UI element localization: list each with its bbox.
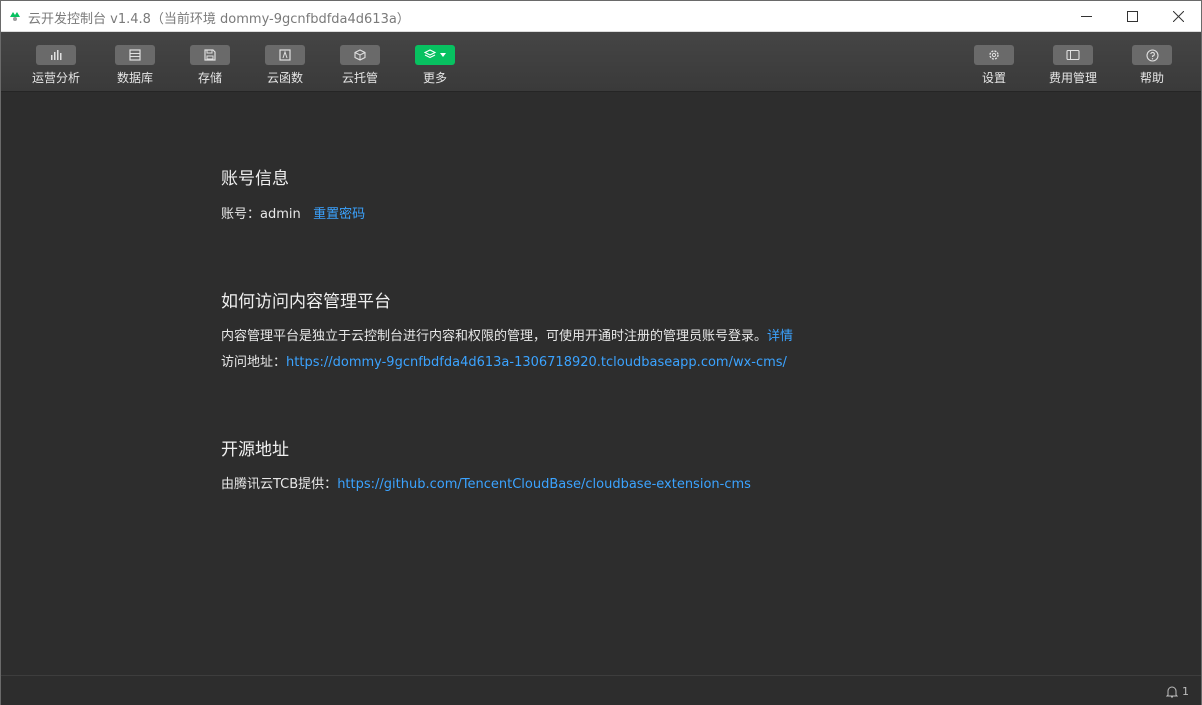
- account-line: 账号：admin 重置密码: [221, 203, 365, 222]
- maximize-icon: [1126, 11, 1138, 22]
- account-label: 账号：: [221, 207, 261, 222]
- toolbar-label: 存储: [197, 71, 222, 85]
- opensource-url-link[interactable]: https://github.com/TencentCloudBase/clou…: [337, 477, 751, 492]
- reset-password-link[interactable]: 重置密码: [313, 207, 365, 222]
- minimize-button[interactable]: [1063, 1, 1109, 32]
- close-button[interactable]: [1155, 1, 1201, 32]
- toolbar-functions[interactable]: 云函数: [253, 45, 317, 86]
- toolbar-billing[interactable]: 费用管理: [1041, 45, 1105, 86]
- toolbar-help[interactable]: 帮助: [1120, 45, 1184, 86]
- account-section-title: 账号信息: [221, 169, 289, 189]
- function-icon: [279, 49, 291, 61]
- toolbar-settings[interactable]: 设置: [962, 45, 1026, 86]
- toolbar-more[interactable]: 更多: [403, 45, 467, 86]
- cube-icon: [354, 49, 366, 61]
- account-username: admin: [260, 207, 301, 222]
- main-toolbar: 运营分析 数据库 存储 云函数 云托管 更多 设置 费用管理 帮助: [1, 32, 1201, 92]
- access-description: 内容管理平台是独立于云控制台进行内容和权限的管理，可使用开通时注册的管理员账号登…: [221, 329, 768, 344]
- toolbar-database[interactable]: 数据库: [103, 45, 167, 86]
- toolbar-label: 更多: [422, 71, 447, 85]
- app-logo-icon: [10, 12, 20, 21]
- toolbar-label: 设置: [981, 71, 1006, 85]
- help-icon: [1145, 48, 1159, 62]
- access-url-link[interactable]: https://dommy-9gcnfbdfda4d613a-130671892…: [286, 355, 787, 370]
- bar-chart-icon: [51, 50, 62, 60]
- toolbar-label: 帮助: [1139, 71, 1164, 85]
- toolbar-label: 费用管理: [1048, 71, 1097, 85]
- maximize-button[interactable]: [1109, 1, 1155, 32]
- opensource-section: 开源地址: [221, 435, 289, 460]
- database-icon: [129, 49, 141, 61]
- bell-icon: [1166, 686, 1178, 698]
- toolbar-label: 云函数: [266, 71, 303, 85]
- account-section: 账号信息: [221, 164, 289, 189]
- opensource-line: 由腾讯云TCB提供：https://github.com/TencentClou…: [221, 473, 751, 492]
- caret-down-icon: [440, 53, 446, 57]
- toolbar-analytics[interactable]: 运营分析: [24, 45, 88, 86]
- toolbar-label: 运营分析: [31, 71, 80, 85]
- access-description-line: 内容管理平台是独立于云控制台进行内容和权限的管理，可使用开通时注册的管理员账号登…: [221, 325, 793, 344]
- billing-icon: [1066, 49, 1080, 61]
- layers-icon: [424, 49, 437, 59]
- window-title: 云开发控制台 v1.4.8（当前环境 dommy-9gcnfbdfda4d613…: [28, 12, 410, 27]
- status-bar: 1: [1, 675, 1201, 705]
- storage-icon: [204, 49, 216, 61]
- toolbar-label: 云托管: [341, 71, 378, 85]
- app-window: 云开发控制台 v1.4.8（当前环境 dommy-9gcnfbdfda4d613…: [0, 0, 1202, 705]
- notification-count: 1: [1182, 685, 1189, 698]
- toolbar-label: 数据库: [116, 71, 153, 85]
- opensource-label: 由腾讯云TCB提供：: [221, 477, 338, 492]
- access-url-label: 访问地址：: [221, 355, 287, 370]
- minimize-icon: [1080, 16, 1092, 17]
- toolbar-cloud-hosting[interactable]: 云托管: [328, 45, 392, 86]
- title-bar: 云开发控制台 v1.4.8（当前环境 dommy-9gcnfbdfda4d613…: [1, 1, 1201, 32]
- details-link[interactable]: 详情: [767, 329, 793, 344]
- toolbar-storage[interactable]: 存储: [178, 45, 242, 86]
- close-icon: [1172, 11, 1184, 22]
- opensource-section-title: 开源地址: [221, 440, 289, 460]
- access-section-title: 如何访问内容管理平台: [221, 292, 391, 312]
- gear-icon: [989, 50, 999, 60]
- notification-button[interactable]: 1: [1166, 685, 1189, 698]
- access-url-line: 访问地址：https://dommy-9gcnfbdfda4d613a-1306…: [221, 351, 787, 370]
- access-section: 如何访问内容管理平台: [221, 287, 391, 312]
